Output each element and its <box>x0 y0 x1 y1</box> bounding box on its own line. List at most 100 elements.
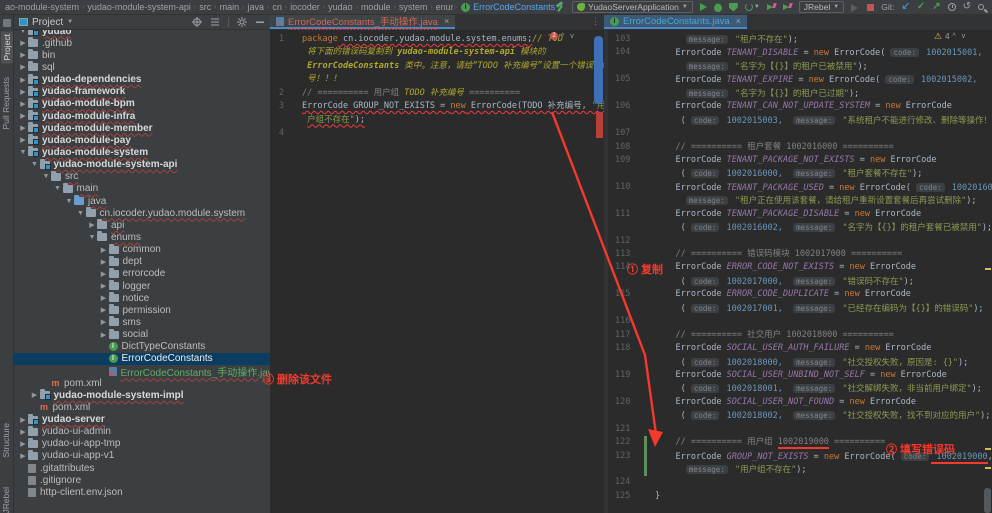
project-panel-title[interactable]: Project <box>32 17 63 28</box>
line-number[interactable] <box>608 114 634 127</box>
tree-chevron-icon[interactable]: ▶ <box>18 452 28 460</box>
tree-chevron-icon[interactable]: ▼ <box>53 185 63 192</box>
tree-chevron-icon[interactable]: ▼ <box>76 210 86 217</box>
tree-item-dept[interactable]: ▶ dept <box>14 255 270 268</box>
tree-item-dicttypeconstants[interactable]: I DictTypeConstants <box>14 341 270 353</box>
tree-item--github[interactable]: ▶ .github <box>14 37 270 49</box>
line-number[interactable]: 108 <box>608 141 634 154</box>
line-number[interactable]: 124 <box>608 476 634 489</box>
hide-panel-icon[interactable] <box>255 17 265 27</box>
stop-button[interactable] <box>867 3 875 11</box>
line-number[interactable]: 120 <box>608 396 634 409</box>
code-line[interactable]: 2 // ========== 用户组 TODO 补充编号 ========== <box>270 87 604 100</box>
tree-item-api[interactable]: ▶ api <box>14 219 270 231</box>
tree-chevron-icon[interactable]: ▶ <box>18 124 28 132</box>
locate-file-icon[interactable] <box>192 17 202 27</box>
stripe-jrebel[interactable]: JRebel <box>1 487 11 513</box>
tree-chevron-icon[interactable]: ▶ <box>87 221 97 229</box>
code-line[interactable]: 115 ErrorCode ERROR_CODE_DUPLICATE = new… <box>608 288 992 301</box>
tree-chevron-icon[interactable]: ▶ <box>99 331 109 339</box>
tree-chevron-icon[interactable]: ▶ <box>18 88 28 96</box>
line-number[interactable]: 3 <box>270 100 284 113</box>
code-line[interactable]: 113 // ========== 错误码模块 1002017000 =====… <box>608 248 992 261</box>
warning-stripe-mark[interactable] <box>985 268 991 270</box>
tree-item-yudao-server[interactable]: ▶ yudao-server <box>14 413 270 426</box>
tree-chevron-icon[interactable]: ▶ <box>99 318 109 326</box>
tree-chevron-icon[interactable]: ▶ <box>18 112 28 120</box>
line-number[interactable]: 121 <box>608 423 634 436</box>
tree-chevron-icon[interactable]: ▶ <box>18 100 28 108</box>
breadcrumb-item[interactable]: enums <box>436 2 453 12</box>
line-number[interactable] <box>608 302 634 315</box>
code-line[interactable]: 106 ErrorCode TENANT_CAN_NOT_UPDATE_SYST… <box>608 100 992 113</box>
tab-errorcodeconstants[interactable]: I ErrorCodeConstants.java × <box>604 15 747 29</box>
next-warning-icon[interactable]: v <box>962 33 968 40</box>
undo-icon[interactable]: ↺ <box>963 2 971 12</box>
line-number[interactable] <box>608 463 634 476</box>
left-editor-error-stripe[interactable] <box>596 112 603 138</box>
tree-item--gitattributes[interactable]: .gitattributes <box>14 462 270 474</box>
line-number[interactable]: 117 <box>608 329 634 342</box>
breadcrumb-item[interactable]: system <box>399 2 428 12</box>
code-line[interactable]: 109 ErrorCode TENANT_PACKAGE_NOT_EXISTS … <box>608 154 992 167</box>
breadcrumb-item[interactable]: module <box>361 2 391 12</box>
line-number[interactable]: 122 <box>608 436 634 449</box>
tree-chevron-icon[interactable]: ▼ <box>87 234 97 241</box>
code-line[interactable]: ( code: 1002017000, message: "错误码不存在"); <box>608 275 992 288</box>
chevron-down-icon[interactable]: ▼ <box>67 19 73 25</box>
tree-chevron-icon[interactable]: ▶ <box>18 440 28 448</box>
code-line[interactable]: 119 ErrorCode SOCIAL_USER_UNBIND_NOT_SEL… <box>608 369 992 382</box>
tree-item-sql[interactable]: ▶ sql <box>14 61 270 73</box>
line-number[interactable]: 109 <box>608 154 634 167</box>
line-number[interactable]: 1 <box>270 33 284 46</box>
line-number[interactable]: 107 <box>608 127 634 140</box>
code-line[interactable]: 104 ErrorCode TENANT_DISABLE = new Error… <box>608 46 992 59</box>
left-inspection-widget[interactable]: 2 ^ v <box>550 32 576 40</box>
coverage-button[interactable] <box>728 2 738 12</box>
tree-item-cn-iocoder-yudao-module-system[interactable]: ▼ cn.iocoder.yudao.module.system <box>14 207 270 219</box>
code-line[interactable]: 112 <box>608 235 992 248</box>
tree-item-enums[interactable]: ▼ enums <box>14 231 270 243</box>
right-editor-scrollbar-thumb[interactable] <box>984 488 991 513</box>
breadcrumb-item[interactable]: iocoder <box>290 2 320 12</box>
project-toolwindow-icon[interactable] <box>3 19 11 27</box>
tree-item-yudao-module-bpm[interactable]: ▶ yudao-module-bpm <box>14 97 270 110</box>
line-number[interactable]: 123 <box>608 450 634 463</box>
tree-item-social[interactable]: ▶ social <box>14 328 270 341</box>
tree-chevron-icon[interactable]: ▶ <box>18 416 28 424</box>
search-icon[interactable] <box>978 4 984 10</box>
prev-warning-icon[interactable]: ^ <box>953 33 958 40</box>
breadcrumb-item[interactable]: yudao <box>328 2 353 12</box>
code-line[interactable]: 将下面的错误码复制到 yudao-module-system-api 模块的 <box>270 46 604 59</box>
jrebel-run-button[interactable] <box>766 3 776 12</box>
breadcrumb[interactable]: ao-module-system › yudao-module-system-api… <box>4 2 453 12</box>
line-number[interactable]: 111 <box>608 208 634 221</box>
code-line[interactable]: 117 // ========== 社交用户 1002018000 ======… <box>608 329 992 342</box>
line-number[interactable] <box>608 221 634 234</box>
code-line[interactable]: message: "用户组不存在"); <box>608 463 992 477</box>
tree-chevron-icon[interactable]: ▶ <box>99 270 109 278</box>
code-line[interactable]: ( code: 1002018001, message: "社交解绑失败，非当前… <box>608 382 992 395</box>
line-number[interactable]: 119 <box>608 369 634 382</box>
code-line[interactable]: 125} <box>608 490 992 503</box>
git-push-icon[interactable]: ↗ <box>932 2 940 12</box>
code-line[interactable]: 号！！！ <box>270 73 604 86</box>
line-number[interactable] <box>608 60 634 73</box>
line-number[interactable]: 2 <box>270 87 284 100</box>
line-number[interactable]: 103 <box>608 33 634 46</box>
collapse-all-icon[interactable] <box>210 17 220 27</box>
code-line[interactable]: 110 ErrorCode TENANT_PACKAGE_USED = new … <box>608 181 992 194</box>
line-number[interactable] <box>608 167 634 180</box>
line-number[interactable]: 112 <box>608 235 634 248</box>
line-number[interactable]: 106 <box>608 100 634 113</box>
run-config-selector[interactable]: YudaoServerApplication ▼ <box>572 1 693 13</box>
settings-gear-icon[interactable] <box>237 17 247 27</box>
tree-item-src[interactable]: ▼ src <box>14 170 270 183</box>
tree-chevron-icon[interactable]: ▼ <box>18 30 28 35</box>
code-line[interactable]: 4 <box>270 127 604 140</box>
line-number[interactable]: 110 <box>608 181 634 194</box>
code-line[interactable]: 3 ErrorCode GROUP_NOT_EXISTS = new ErrorC… <box>270 100 604 113</box>
build-hammer-icon[interactable] <box>555 2 565 12</box>
tree-chevron-icon[interactable]: ▶ <box>18 76 28 84</box>
breadcrumb-item[interactable]: src <box>199 2 211 12</box>
